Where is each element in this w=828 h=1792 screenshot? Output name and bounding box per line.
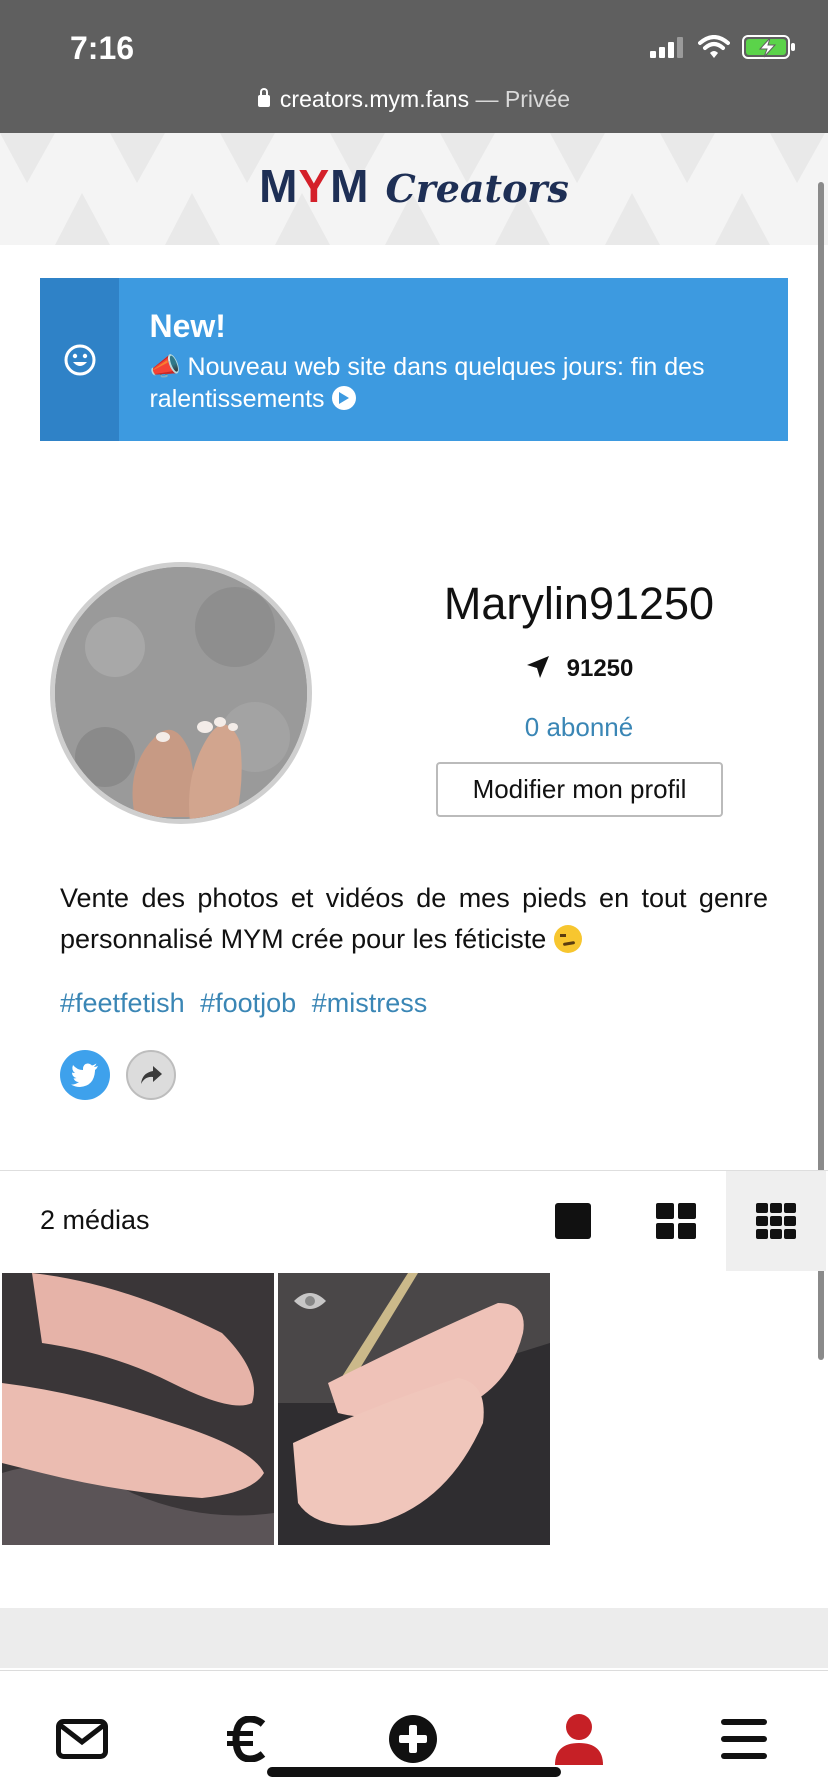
twitter-icon — [71, 1063, 98, 1087]
media-photo — [2, 1273, 274, 1545]
view-grid-2-button[interactable] — [626, 1171, 726, 1271]
site-logo[interactable]: MYM Creators — [0, 159, 828, 213]
euro-icon — [227, 1716, 266, 1762]
announcement-content: New! 📣 Nouveau web site dans quelques jo… — [119, 278, 788, 441]
grid-2-icon — [656, 1203, 696, 1239]
footer-band — [0, 1608, 828, 1668]
media-count: 2 médias — [40, 1205, 150, 1235]
announcement-icon-box — [40, 278, 120, 441]
avatar[interactable] — [50, 562, 312, 824]
plus-circle-icon — [389, 1715, 437, 1763]
profile-location: 91250 — [420, 654, 738, 683]
hashtag-link[interactable]: #feetfetish — [60, 988, 185, 1018]
profile-icon — [555, 1714, 603, 1765]
status-icons — [650, 34, 796, 60]
announcement-body: 📣 Nouveau web site dans quelques jours: … — [149, 353, 705, 413]
smile-icon — [64, 344, 96, 375]
mail-icon — [56, 1719, 108, 1759]
single-view-icon — [555, 1203, 591, 1239]
tab-profile[interactable] — [549, 1709, 609, 1769]
battery-icon — [742, 35, 795, 59]
arrow-right-circle-icon[interactable] — [331, 386, 356, 410]
bio-text: Vente des photos et vidéos de mes pieds … — [60, 883, 768, 954]
view-grid-3-button[interactable] — [726, 1171, 826, 1271]
media-toolbar: 2 médias — [0, 1170, 828, 1271]
location-text: 91250 — [566, 655, 634, 682]
wifi-icon — [698, 35, 730, 58]
grid-3-icon — [756, 1203, 796, 1239]
smirk-emoji-icon — [553, 925, 582, 953]
profile-bio: Vente des photos et vidéos de mes pieds … — [60, 878, 768, 960]
url-text: creators.mym.fans — [279, 86, 470, 112]
preview-eye-icon — [294, 1293, 326, 1309]
location-arrow-icon — [526, 656, 549, 678]
hashtag-link[interactable]: #mistress — [312, 988, 428, 1018]
lock-icon — [257, 88, 270, 107]
status-time: 7:16 — [70, 30, 135, 66]
share-icon — [141, 1066, 162, 1084]
status-bar: 7:16 creators.mym.fans — Privée — [0, 0, 828, 133]
address-bar[interactable]: creators.mym.fans — Privée — [0, 86, 828, 113]
hashtag-link[interactable]: #footjob — [200, 988, 296, 1018]
profile-username: Marylin91250 — [443, 578, 715, 629]
avatar-photo — [55, 567, 307, 819]
media-photo — [278, 1273, 550, 1545]
media-thumbnail[interactable] — [278, 1273, 550, 1545]
announcement-banner[interactable]: New! 📣 Nouveau web site dans quelques jo… — [40, 278, 788, 441]
home-indicator[interactable] — [267, 1767, 561, 1777]
share-button[interactable] — [126, 1050, 176, 1100]
site-header: MYM Creators — [0, 133, 828, 245]
social-buttons — [60, 1050, 176, 1100]
announcement-title: New! — [149, 308, 226, 344]
signal-icon — [650, 37, 683, 58]
logo-creators: Creators — [385, 166, 569, 211]
subscriber-count[interactable]: 0 abonné — [420, 712, 738, 743]
url-separator: — — [475, 86, 499, 112]
hashtag-list: #feetfetish #footjob #mistress — [60, 988, 435, 1019]
media-thumbnail[interactable] — [2, 1273, 274, 1545]
tab-earnings[interactable] — [217, 1709, 277, 1769]
menu-icon — [721, 1719, 767, 1759]
logo-mym: MYM — [259, 160, 370, 212]
twitter-button[interactable] — [60, 1050, 110, 1100]
edit-profile-button[interactable]: Modifier mon profil — [436, 762, 723, 817]
tab-add-content[interactable] — [383, 1709, 443, 1769]
tab-messages[interactable] — [52, 1709, 112, 1769]
private-mode-label: Privée — [504, 86, 571, 112]
media-grid — [2, 1273, 550, 1545]
view-single-button[interactable] — [523, 1171, 623, 1271]
tab-menu[interactable] — [714, 1709, 774, 1769]
